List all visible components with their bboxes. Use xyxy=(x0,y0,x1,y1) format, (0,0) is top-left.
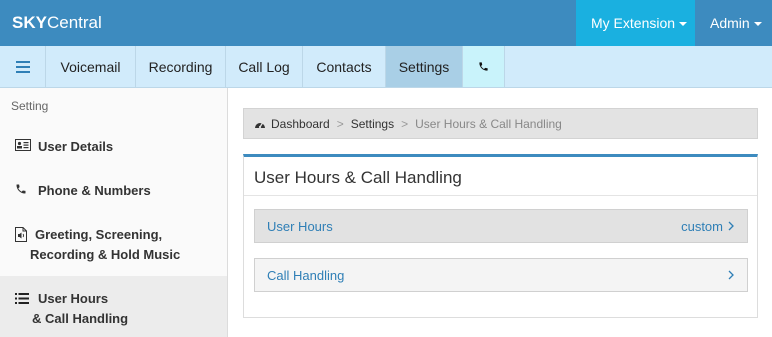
tab-call-log[interactable]: Call Log xyxy=(226,46,303,87)
sidebar-item-label-line2: & Call Handling xyxy=(32,311,129,326)
phone-icon xyxy=(14,182,28,196)
sidebar-item-phone-numbers[interactable]: Phone & Numbers xyxy=(0,174,227,206)
user-hours-row[interactable]: User Hours custom xyxy=(254,209,748,243)
row-label: User Hours xyxy=(267,218,333,234)
sidebar-item-user-details[interactable]: User Details xyxy=(0,130,227,162)
breadcrumb-current: User Hours & Call Handling xyxy=(415,116,562,131)
sidebar-item-label-line2: Recording & Hold Music xyxy=(30,247,181,262)
breadcrumb: Dashboard > Settings > User Hours & Call… xyxy=(243,108,758,139)
nav-bar: Voicemail Recording Call Log Contacts Se… xyxy=(0,46,772,88)
chevron-right-icon xyxy=(728,221,734,231)
tab-label: Voicemail xyxy=(60,58,121,75)
call-handling-row[interactable]: Call Handling xyxy=(254,258,748,292)
tab-contacts[interactable]: Contacts xyxy=(303,46,386,87)
top-bar: SKYCentral My Extension Admin xyxy=(0,0,772,46)
my-extension-label: My Extension xyxy=(591,15,676,31)
admin-dropdown[interactable]: Admin xyxy=(695,0,772,46)
list-icon xyxy=(15,292,29,304)
tab-label: Settings xyxy=(398,58,450,75)
admin-label: Admin xyxy=(710,15,750,31)
caret-down-icon xyxy=(679,22,688,26)
phone-icon xyxy=(479,62,488,71)
sidebar-item-label: Phone & Numbers xyxy=(38,183,151,198)
dashboard-icon xyxy=(255,122,265,128)
tab-voicemail[interactable]: Voicemail xyxy=(46,46,136,87)
sidebar-item-label-line1: User Hours xyxy=(38,291,109,306)
breadcrumb-separator: > xyxy=(336,116,344,131)
tab-label: Contacts xyxy=(316,58,372,75)
my-extension-dropdown[interactable]: My Extension xyxy=(576,0,695,46)
breadcrumb-settings-link[interactable]: Settings xyxy=(351,117,394,131)
sidebar-item-label-line1: Greeting, Screening, xyxy=(35,227,163,242)
chevron-right-icon xyxy=(728,270,734,280)
panel-title: User Hours & Call Handling xyxy=(254,168,462,187)
hamburger-icon xyxy=(15,60,30,73)
caret-down-icon xyxy=(753,22,762,26)
settings-sidebar: Setting User Details Phone & Numbers Gre… xyxy=(0,88,228,337)
sidebar-item-greeting-screening[interactable]: Greeting, Screening, Recording & Hold Mu… xyxy=(0,218,227,266)
tab-settings[interactable]: Settings xyxy=(386,46,463,87)
sidebar-item-user-hours[interactable]: User Hours & Call Handling xyxy=(0,276,227,337)
sidebar-item-label: User Details xyxy=(38,139,114,154)
sidebar-heading: Setting xyxy=(11,99,49,113)
id-card-icon xyxy=(15,138,31,152)
menu-toggle-button[interactable] xyxy=(0,46,46,87)
breadcrumb-dashboard-link[interactable]: Dashboard xyxy=(271,117,330,131)
tab-label: Call Log xyxy=(238,58,290,75)
row-value: custom xyxy=(681,218,723,234)
brand-bold: SKY xyxy=(12,13,47,32)
row-label: Call Handling xyxy=(267,267,345,283)
tab-recording[interactable]: Recording xyxy=(136,46,226,87)
audio-file-icon xyxy=(15,226,27,242)
tab-phone[interactable] xyxy=(463,46,505,87)
brand-rest: Central xyxy=(46,13,102,32)
brand-logo[interactable]: SKYCentral xyxy=(12,13,102,33)
user-hours-panel: User Hours & Call Handling User Hours cu… xyxy=(243,154,758,318)
panel-divider xyxy=(244,195,757,196)
breadcrumb-separator: > xyxy=(401,116,409,131)
tab-label: Recording xyxy=(148,58,213,75)
